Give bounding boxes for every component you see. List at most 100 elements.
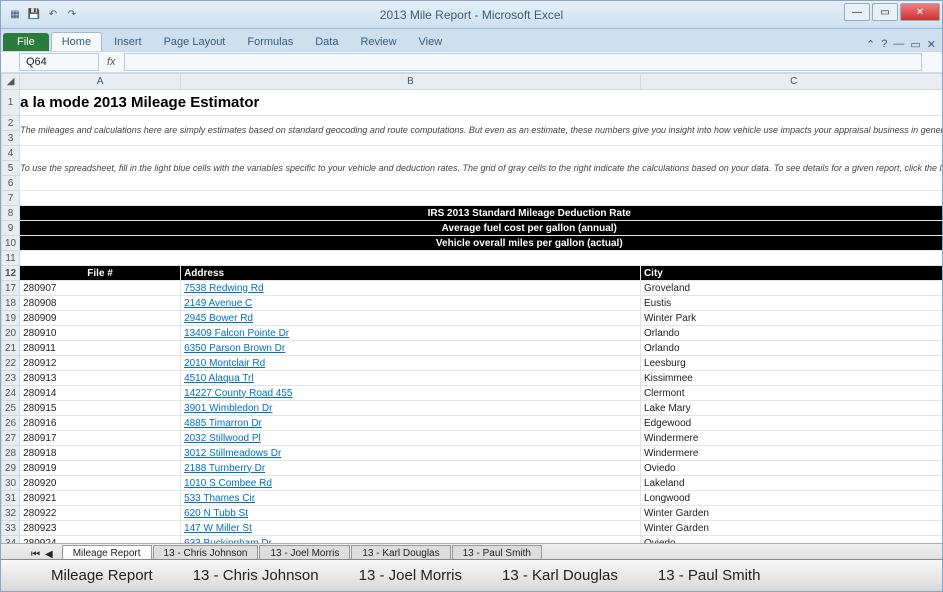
cell-file-num: 280911 [20, 341, 181, 356]
param-mpg-label: Vehicle overall miles per gallon (actual… [20, 236, 942, 251]
help-icon[interactable]: ? [881, 38, 887, 51]
big-tab-paul[interactable]: 13 - Paul Smith [658, 567, 761, 584]
quick-access-toolbar: ▦ 💾 ↶ ↷ [1, 7, 80, 23]
fx-icon[interactable]: fx [107, 56, 116, 68]
cell-city: Leesburg [640, 356, 942, 371]
table-row[interactable]: 32 280922 620 N Tubb St Winter Garden FL… [2, 506, 943, 521]
minimize-button[interactable]: — [844, 3, 870, 21]
cell-file-num: 280920 [20, 476, 181, 491]
cell-address[interactable]: 2149 Avenue C [181, 296, 641, 311]
close-button[interactable]: ✕ [900, 3, 940, 21]
table-row[interactable]: 26 280916 4885 Timarron Dr Edgewood FL 3… [2, 416, 943, 431]
table-row[interactable]: 33 280923 147 W Miller St Winter Garden … [2, 521, 943, 536]
table-row[interactable]: 31 280921 533 Thames Cir Longwood FL 327… [2, 491, 943, 506]
tab-insert[interactable]: Insert [104, 33, 152, 51]
redo-icon[interactable]: ↷ [64, 7, 80, 23]
cell-address[interactable]: 6350 Parson Brown Dr [181, 341, 641, 356]
cell-file-num: 280918 [20, 446, 181, 461]
table-row[interactable]: 18 280908 2149 Avenue C Eustis FL 32726 … [2, 296, 943, 311]
window-title: 2013 Mile Report - Microsoft Excel [380, 8, 563, 22]
cell-city: Orlando [640, 326, 942, 341]
doc-restore-icon[interactable]: ▭ [910, 38, 920, 51]
cell-file-num: 280919 [20, 461, 181, 476]
table-row[interactable]: 24 280914 14227 County Road 455 Clermont… [2, 386, 943, 401]
tab-data[interactable]: Data [305, 33, 348, 51]
cell-city: Longwood [640, 491, 942, 506]
cell-city: Kissimmee [640, 371, 942, 386]
table-row[interactable]: 25 280915 3901 Wimbledon Dr Lake Mary FL… [2, 401, 943, 416]
excel-icon: ▦ [7, 7, 23, 23]
select-all[interactable]: ◢ [2, 74, 20, 90]
doc-close-icon[interactable]: ✕ [927, 38, 936, 51]
cell-address[interactable]: 3012 Stillmeadows Dr [181, 446, 641, 461]
cell-address[interactable]: 147 W Miller St [181, 521, 641, 536]
cell-address[interactable]: 4885 Timarron Dr [181, 416, 641, 431]
cell-file-num: 280917 [20, 431, 181, 446]
cell-address[interactable]: 633 Buckingham Dr [181, 536, 641, 544]
ribbon-tabs: File Home Insert Page Layout Formulas Da… [1, 29, 942, 51]
table-row[interactable]: 21 280911 6350 Parson Brown Dr Orlando F… [2, 341, 943, 356]
tab-view[interactable]: View [409, 33, 453, 51]
cell-city: Winter Garden [640, 506, 942, 521]
cell-file-num: 280909 [20, 311, 181, 326]
cell-address[interactable]: 1010 S Combee Rd [181, 476, 641, 491]
table-row[interactable]: 28 280918 3012 Stillmeadows Dr Windermer… [2, 446, 943, 461]
cell-city: Oviedo [640, 536, 942, 544]
tab-page-layout[interactable]: Page Layout [154, 33, 236, 51]
cell-address[interactable]: 533 Thames Cir [181, 491, 641, 506]
cell-address[interactable]: 2945 Bower Rd [181, 311, 641, 326]
cell-city: Edgewood [640, 416, 942, 431]
cell-city: Oviedo [640, 461, 942, 476]
cell-address[interactable]: 13409 Falcon Pointe Dr [181, 326, 641, 341]
cell-file-num: 280915 [20, 401, 181, 416]
cell-city: Winter Park [640, 311, 942, 326]
big-tab-joel[interactable]: 13 - Joel Morris [359, 567, 462, 584]
cell-file-num: 280910 [20, 326, 181, 341]
table-row[interactable]: 20 280910 13409 Falcon Pointe Dr Orlando… [2, 326, 943, 341]
maximize-button[interactable]: ▭ [872, 3, 898, 21]
cell-address[interactable]: 4510 Alaqua Trl [181, 371, 641, 386]
name-box[interactable]: Q64 [19, 53, 99, 71]
table-row[interactable]: 22 280912 2010 Montclair Rd Leesburg FL … [2, 356, 943, 371]
tab-formulas[interactable]: Formulas [237, 33, 303, 51]
cell-address[interactable]: 2188 Turnberry Dr [181, 461, 641, 476]
save-icon[interactable]: 💾 [26, 7, 42, 23]
table-row[interactable]: 19 280909 2945 Bower Rd Winter Park FL 3… [2, 311, 943, 326]
big-tab-karl[interactable]: 13 - Karl Douglas [502, 567, 618, 584]
cell-city: Windermere [640, 431, 942, 446]
table-row[interactable]: 17 280907 7538 Redwing Rd Groveland FL 3… [2, 281, 943, 296]
tab-review[interactable]: Review [350, 33, 406, 51]
cell-address[interactable]: 14227 County Road 455 [181, 386, 641, 401]
cell-city: Orlando [640, 341, 942, 356]
ribbon-min-icon[interactable]: ⌃ [866, 38, 875, 51]
cell-city: Groveland [640, 281, 942, 296]
cell-city: Clermont [640, 386, 942, 401]
table-row[interactable]: 23 280913 4510 Alaqua Trl Kissimmee FL 3… [2, 371, 943, 386]
undo-icon[interactable]: ↶ [45, 7, 61, 23]
table-row[interactable]: 27 280917 2032 Stillwood Pl Windermere F… [2, 431, 943, 446]
table-row[interactable]: 29 280919 2188 Turnberry Dr Oviedo FL 32… [2, 461, 943, 476]
worksheet[interactable]: ◢ABCDEFGHIJKLM 1a la mode 2013 Mileage E… [1, 73, 942, 543]
cell-city: Windermere [640, 446, 942, 461]
formula-bar: Q64 fx [1, 51, 942, 73]
cell-file-num: 280921 [20, 491, 181, 506]
cell-file-num: 280924 [20, 536, 181, 544]
cell-file-num: 280914 [20, 386, 181, 401]
cell-address[interactable]: 3901 Wimbledon Dr [181, 401, 641, 416]
table-row[interactable]: 30 280920 1010 S Combee Rd Lakeland FL 3… [2, 476, 943, 491]
formula-input[interactable] [124, 53, 922, 71]
table-row[interactable]: 34 280924 633 Buckingham Dr Oviedo FL 32… [2, 536, 943, 544]
param-fuel-label: Average fuel cost per gallon (annual) [20, 221, 942, 236]
cell-city: Lakeland [640, 476, 942, 491]
cell-file-num: 280912 [20, 356, 181, 371]
cell-address[interactable]: 2010 Montclair Rd [181, 356, 641, 371]
big-tab-mileage[interactable]: Mileage Report [51, 567, 153, 584]
cell-address[interactable]: 620 N Tubb St [181, 506, 641, 521]
big-tab-chris[interactable]: 13 - Chris Johnson [193, 567, 319, 584]
tab-home[interactable]: Home [51, 32, 102, 51]
cell-file-num: 280922 [20, 506, 181, 521]
cell-address[interactable]: 2032 Stillwood Pl [181, 431, 641, 446]
doc-min-icon[interactable]: — [893, 38, 904, 51]
file-tab[interactable]: File [3, 33, 49, 51]
cell-address[interactable]: 7538 Redwing Rd [181, 281, 641, 296]
